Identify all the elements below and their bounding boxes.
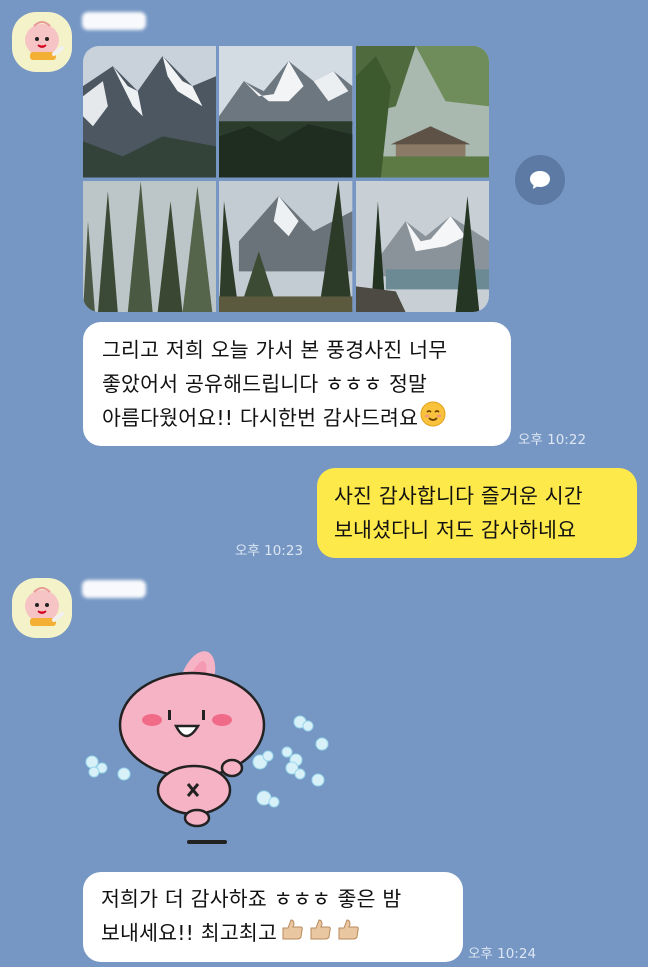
photo-thumbnail[interactable] [83, 180, 217, 312]
message-line: 저희가 더 감사하죠 ㅎㅎㅎ 좋은 밤 [101, 887, 402, 911]
share-button[interactable] [515, 155, 565, 205]
sender-name [82, 580, 146, 598]
message-line: 보내세요!! 최고최고 [101, 916, 401, 951]
timestamp: 오후 10:23 [235, 543, 304, 559]
message-line: 그리고 저희 오늘 가서 본 풍경사진 너무 [102, 338, 448, 362]
photo-thumbnail[interactable] [219, 180, 353, 312]
message-bubble-received[interactable]: 그리고 저희 오늘 가서 본 풍경사진 너무 좋았어서 공유해드립니다 ㅎㅎㅎ … [83, 322, 511, 446]
avatar[interactable] [12, 578, 72, 638]
photo-thumbnail[interactable] [355, 180, 489, 312]
avatar[interactable] [12, 12, 72, 72]
message-line: 보내셨다니 저도 감사하네요 [334, 518, 577, 542]
timestamp: 오후 10:24 [468, 946, 537, 962]
timestamp: 오후 10:22 [518, 432, 587, 448]
sender-name [82, 12, 146, 30]
peach-character-icon [25, 21, 64, 60]
message-line: 사진 감사합니다 즐거운 시간 [334, 484, 583, 508]
pink-bunny-sticker[interactable] [82, 650, 332, 850]
message-bubble-sent[interactable]: 사진 감사합니다 즐거운 시간 보내셨다니 저도 감사하네요 [317, 468, 637, 558]
message-bubble-received[interactable]: 저희가 더 감사하죠 ㅎㅎㅎ 좋은 밤 보내세요!! 최고최고 [83, 872, 463, 962]
peach-character-icon [25, 587, 64, 626]
smiling-face-emoji [420, 401, 446, 437]
photo-thumbnail[interactable] [219, 46, 353, 178]
share-icon [530, 171, 550, 189]
message-line: 좋았어서 공유해드립니다 ㅎㅎㅎ 정말 [102, 372, 428, 396]
photo-thumbnail[interactable] [83, 46, 217, 178]
message-line: 아름다웠어요!! 다시한번 감사드려요 [102, 401, 447, 437]
photo-thumbnail[interactable] [355, 46, 489, 178]
photo-album[interactable] [83, 46, 489, 312]
thumbs-up-emoji [279, 917, 363, 951]
